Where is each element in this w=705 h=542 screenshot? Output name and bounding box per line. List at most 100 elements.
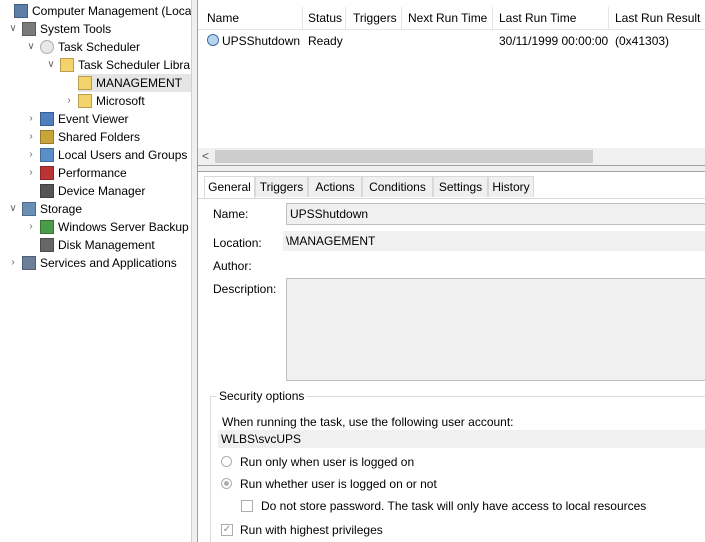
tree-item-event-viewer[interactable]: › Event Viewer: [0, 110, 191, 128]
tree-item-management[interactable]: MANAGEMENT: [78, 74, 191, 92]
task-last-result: (0x41303): [615, 34, 670, 48]
event-viewer-icon: [40, 112, 54, 126]
device-manager-icon: [40, 184, 54, 198]
tree-item-storage[interactable]: ∨ Storage: [0, 200, 191, 218]
no-store-password-label[interactable]: Do not store password. The task will onl…: [261, 499, 646, 513]
location-field[interactable]: \MANAGEMENT: [283, 231, 705, 251]
user-account-field[interactable]: WLBS\svcUPS: [218, 430, 705, 448]
column-separator[interactable]: [401, 7, 402, 29]
performance-icon: [40, 166, 54, 180]
tree-item-label: Shared Folders: [58, 130, 141, 144]
security-options-title: Security options: [216, 389, 308, 403]
tree-splitter[interactable]: [191, 0, 198, 542]
folder-icon: [78, 76, 92, 90]
tree-item-microsoft[interactable]: › Microsoft: [0, 92, 191, 110]
chevron-right-icon[interactable]: ›: [26, 218, 36, 236]
tree-item-device-manager[interactable]: Device Manager: [0, 182, 191, 200]
tree-item-label: Event Viewer: [58, 112, 129, 126]
services-icon: [22, 256, 36, 270]
column-header-name[interactable]: Name: [207, 11, 239, 25]
chevron-right-icon[interactable]: ›: [26, 128, 36, 146]
tab-divider: [198, 198, 705, 199]
name-field[interactable]: UPSShutdown: [286, 203, 705, 225]
tree-item-windows-server-backup[interactable]: › Windows Server Backup: [0, 218, 191, 236]
tree-item-system-tools[interactable]: ∨ System Tools: [0, 20, 191, 38]
column-separator[interactable]: [608, 7, 609, 29]
tree-item-label: Task Scheduler Libra: [78, 58, 191, 72]
tree-item-label: Computer Management (Local: [32, 4, 191, 18]
tab-triggers[interactable]: Triggers: [255, 176, 308, 197]
tree-item-label: Storage: [40, 202, 83, 216]
tree-item-label: Services and Applications: [40, 256, 177, 270]
pane-splitter[interactable]: [198, 165, 705, 172]
tab-settings[interactable]: Settings: [433, 176, 488, 197]
chevron-right-icon[interactable]: ›: [26, 164, 36, 182]
radio-run-logged-on[interactable]: [221, 456, 232, 467]
name-label: Name:: [213, 207, 249, 221]
chevron-down-icon[interactable]: ∨: [46, 56, 56, 74]
account-prompt: When running the task, use the following…: [222, 415, 514, 429]
chevron-right-icon[interactable]: ›: [26, 110, 36, 128]
column-header-last-run-result[interactable]: Last Run Result: [615, 11, 700, 25]
radio-run-whether-logged-on[interactable]: [221, 478, 232, 489]
console-tree: Computer Management (Local ∨ System Tools ∨…: [0, 0, 191, 542]
tree-item-computer-management-local[interactable]: Computer Management (Local: [0, 2, 191, 20]
tree-item-task-scheduler[interactable]: ∨ Task Scheduler: [0, 38, 191, 56]
chevron-down-icon[interactable]: ∨: [8, 20, 18, 38]
clock-icon: [40, 40, 54, 54]
task-properties: General Triggers Actions Conditions Sett…: [198, 172, 705, 542]
chevron-right-icon[interactable]: ›: [26, 146, 36, 164]
tree-item-performance[interactable]: › Performance: [0, 164, 191, 182]
tree-item-task-scheduler-libra[interactable]: ∨ Task Scheduler Libra: [0, 56, 191, 74]
computer-management-icon: [14, 4, 28, 18]
backup-icon: [40, 220, 54, 234]
chevron-right-icon[interactable]: ›: [8, 254, 18, 272]
chevron-right-icon[interactable]: ›: [64, 92, 74, 110]
author-label: Author:: [213, 259, 252, 273]
tree-item-disk-management[interactable]: Disk Management: [0, 236, 191, 254]
tab-general[interactable]: General: [204, 176, 255, 198]
radio-run-logged-on-label[interactable]: Run only when user is logged on: [240, 455, 414, 469]
description-field[interactable]: [286, 278, 705, 381]
chevron-down-icon[interactable]: ∨: [8, 200, 18, 218]
highest-privileges-checkbox[interactable]: ✓: [221, 524, 233, 536]
author-field[interactable]: [283, 255, 705, 275]
task-icon: [207, 34, 219, 46]
tree-item-label: Windows Server Backup: [58, 220, 189, 234]
tree-item-label: Device Manager: [58, 184, 146, 198]
chevron-down-icon[interactable]: ∨: [26, 38, 36, 56]
tree-item-shared-folders[interactable]: › Shared Folders: [0, 128, 191, 146]
scroll-left-icon[interactable]: <: [202, 149, 209, 163]
system-tools-icon: [22, 22, 36, 36]
horizontal-scrollbar[interactable]: <: [198, 148, 705, 165]
radio-run-whether-label[interactable]: Run whether user is logged on or not: [240, 477, 437, 491]
right-pane: Name Status Triggers Next Run Time Last …: [198, 0, 705, 542]
disk-icon: [40, 238, 54, 252]
table-row[interactable]: UPSShutdown Ready 30/11/1999 00:00:00 (0…: [198, 32, 705, 50]
column-header-last-run-time[interactable]: Last Run Time: [499, 11, 576, 25]
no-store-password-checkbox[interactable]: [241, 500, 253, 512]
tree-item-label: System Tools: [40, 22, 112, 36]
tree-item-local-users-and-groups[interactable]: › Local Users and Groups: [0, 146, 191, 164]
tree-item-label: Task Scheduler: [58, 40, 141, 54]
tab-history[interactable]: History: [488, 176, 534, 197]
users-icon: [40, 148, 54, 162]
task-list-header: Name Status Triggers Next Run Time Last …: [198, 7, 705, 30]
task-list: Name Status Triggers Next Run Time Last …: [198, 0, 705, 165]
description-label: Description:: [213, 282, 277, 296]
column-header-triggers[interactable]: Triggers: [353, 11, 397, 25]
column-header-next-run-time[interactable]: Next Run Time: [408, 11, 487, 25]
tab-actions[interactable]: Actions: [308, 176, 362, 197]
tree-item-label: Local Users and Groups: [58, 148, 188, 162]
tab-conditions[interactable]: Conditions: [362, 176, 433, 197]
column-separator[interactable]: [302, 7, 303, 29]
task-last-run: 30/11/1999 00:00:00: [499, 34, 609, 48]
highest-privileges-label[interactable]: Run with highest privileges: [240, 523, 383, 537]
scrollbar-thumb[interactable]: [215, 150, 593, 163]
column-header-status[interactable]: Status: [308, 11, 342, 25]
tree-item-services-and-applications[interactable]: › Services and Applications: [0, 254, 191, 272]
column-separator[interactable]: [492, 7, 493, 29]
tree-item-label: Disk Management: [58, 238, 155, 252]
column-separator[interactable]: [345, 7, 346, 29]
folder-icon: [78, 94, 92, 108]
